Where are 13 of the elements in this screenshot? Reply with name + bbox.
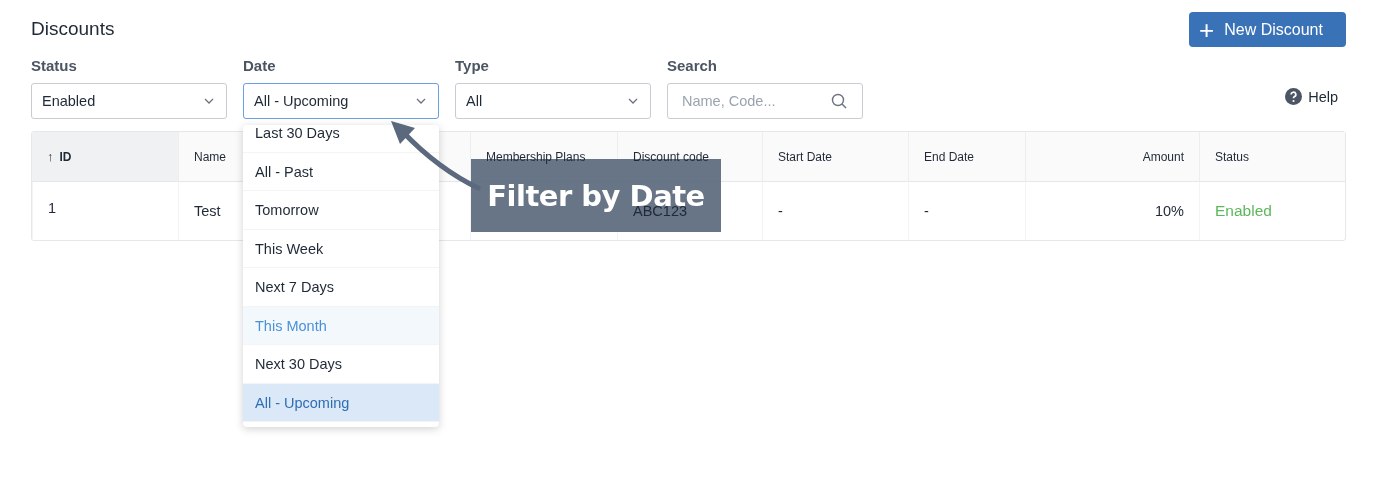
- table-cell: 10%: [1154, 203, 1184, 219]
- table-cell: 1: [48, 200, 57, 216]
- plus-icon: +: [1199, 16, 1215, 43]
- table-cell: -: [924, 203, 929, 219]
- sort-arrow-icon: ↑: [47, 149, 54, 164]
- filter-label: Status: [31, 57, 78, 74]
- status-text: Enabled: [1215, 202, 1272, 220]
- filter-label: Search: [667, 57, 719, 74]
- table-cell: Test: [194, 203, 221, 219]
- table-cell: -: [778, 203, 783, 219]
- page-title: Discounts: [31, 18, 115, 40]
- filter-label: Type: [455, 57, 490, 74]
- filter-label: Date: [243, 57, 277, 74]
